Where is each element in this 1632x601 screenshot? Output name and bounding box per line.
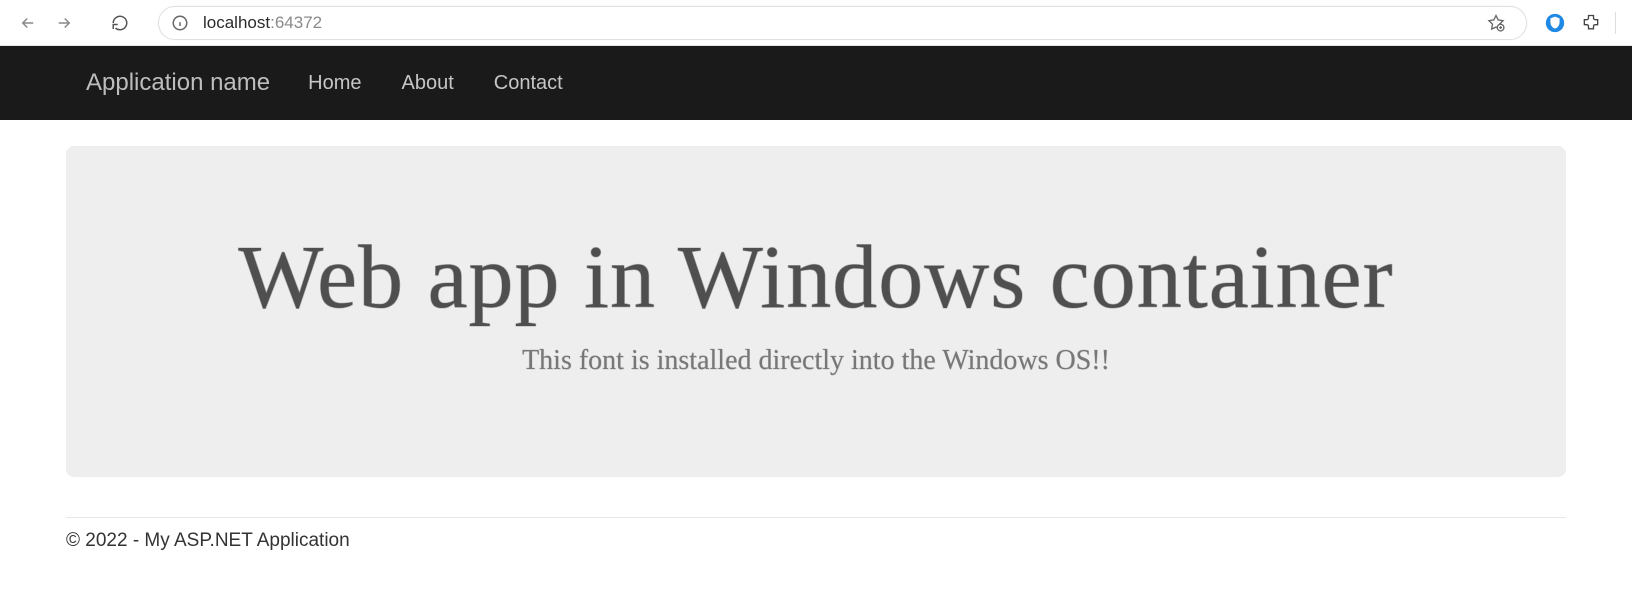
extensions-icon[interactable] [1573,5,1609,41]
hero-subtitle: This font is installed directly into the… [106,345,1526,377]
back-button[interactable] [10,5,46,41]
arrow-left-icon [19,14,37,32]
nav-link-contact[interactable]: Contact [494,72,563,95]
browser-toolbar: localhost:64372 [0,0,1632,46]
url-text: localhost:64372 [203,13,322,33]
address-bar[interactable]: localhost:64372 [158,6,1527,40]
forward-button[interactable] [46,5,82,41]
hero-jumbotron: Web app in Windows container This font i… [66,146,1566,477]
browser-shield-icon[interactable] [1537,5,1573,41]
brand-link[interactable]: Application name [86,69,270,97]
footer-text: © 2022 - My ASP.NET Application [0,530,1632,552]
nav-link-home[interactable]: Home [308,72,361,95]
hero-title: Web app in Windows container [106,226,1526,329]
page-content: Application name Home About Contact Web … [0,46,1632,552]
main-container: Web app in Windows container This font i… [0,146,1632,477]
url-port: :64372 [270,13,322,33]
toolbar-divider [1615,12,1616,34]
arrow-right-icon [55,14,73,32]
site-navbar: Application name Home About Contact [0,46,1632,120]
reload-icon [111,14,129,32]
site-info-icon[interactable] [171,14,189,32]
url-host: localhost [203,13,270,33]
footer-divider [66,517,1566,518]
reload-button[interactable] [102,5,138,41]
favorite-add-icon[interactable] [1478,5,1514,41]
nav-link-about[interactable]: About [401,72,453,95]
